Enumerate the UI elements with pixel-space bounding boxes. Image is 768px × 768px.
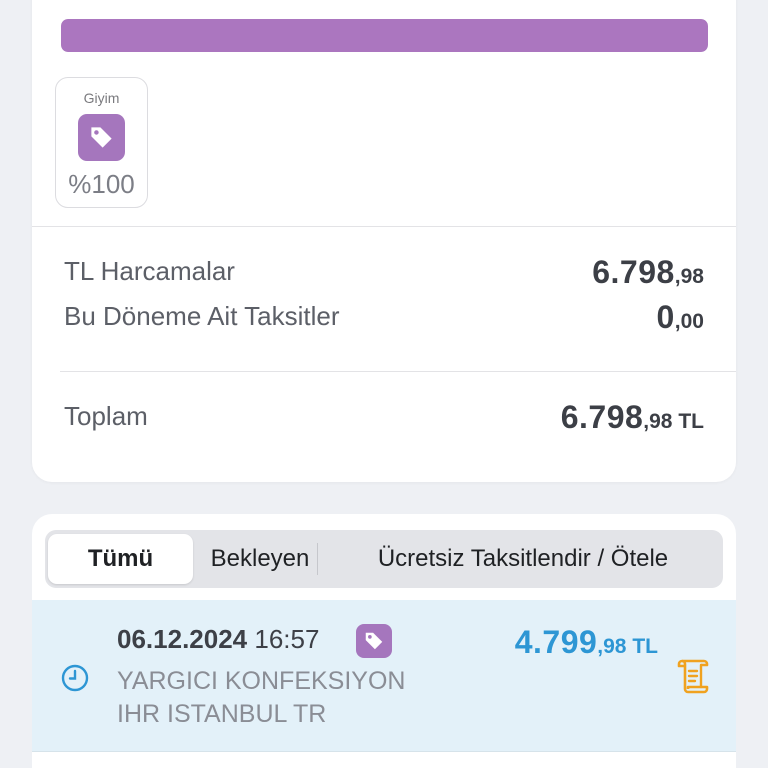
category-progress-bar: [61, 19, 708, 52]
receipt-icon[interactable]: [673, 657, 711, 700]
tl-spending-label: TL Harcamalar: [64, 256, 235, 286]
total-value: 6.798,98 TL: [560, 399, 704, 435]
transaction-datetime: 06.12.2024 16:57: [117, 624, 320, 654]
tab-installment-defer[interactable]: Ücretsiz Taksitlendir / Ötele: [328, 534, 718, 584]
category-percent: %100: [68, 169, 135, 199]
transaction-filter-tabs: Tümü Bekleyen Ücretsiz Taksitlendir / Öt…: [45, 530, 723, 588]
tab-pending[interactable]: Bekleyen: [205, 534, 315, 584]
installments-label: Bu Döneme Ait Taksitler: [64, 301, 340, 331]
tl-spending-value: 6.798,98: [592, 254, 704, 290]
installments-value: 0,00: [656, 299, 705, 335]
tab-separator: [317, 543, 318, 575]
category-label: Giyim: [83, 90, 120, 106]
transaction-amount: 4.799,98 TL: [514, 624, 658, 660]
transaction-merchant: YARGICI KONFEKSIYON IHR ISTANBUL TR: [117, 667, 406, 728]
total-divider: [60, 371, 736, 372]
category-chip-giyim[interactable]: Giyim %100: [55, 77, 148, 208]
next-transaction-row: [32, 752, 736, 768]
summary-divider: [32, 226, 736, 227]
tag-icon: [78, 114, 125, 161]
clock-icon: [60, 663, 90, 698]
category-progress-fill: [61, 19, 708, 52]
tab-all[interactable]: Tümü: [48, 534, 193, 584]
tag-icon: [356, 624, 392, 658]
total-label: Toplam: [64, 401, 148, 431]
